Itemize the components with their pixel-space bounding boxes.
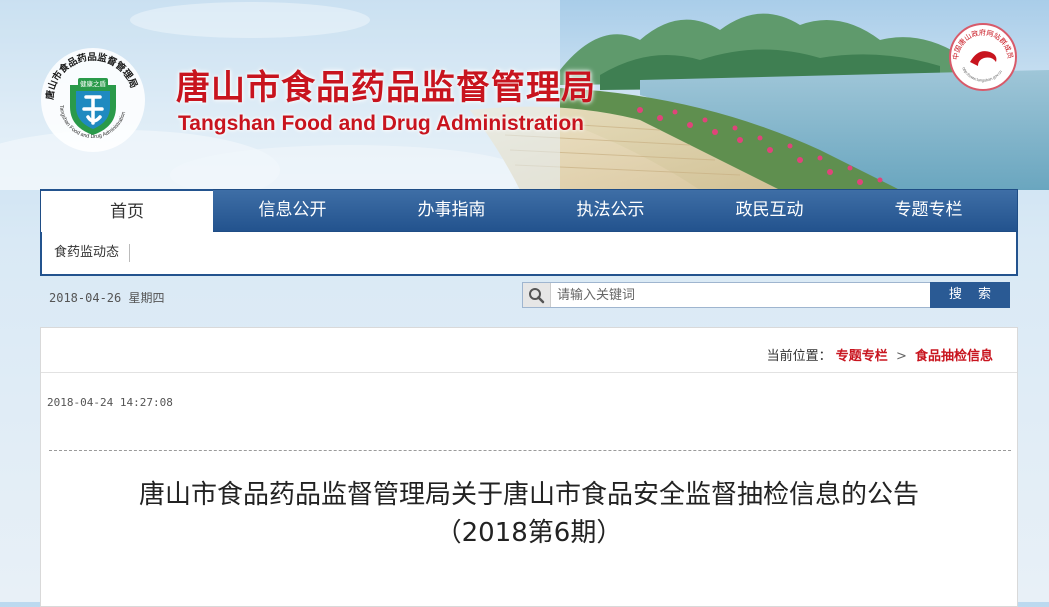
dashed-divider	[49, 450, 1011, 451]
date-value: 2018-04-26	[49, 291, 122, 305]
sub-nav: 食药监动态	[40, 232, 1018, 276]
article-title-line2: （2018第6期）	[435, 518, 623, 548]
search-input[interactable]	[557, 285, 917, 305]
gov-site-group-seal[interactable]: 中国唐山政府网站群成员 http://www.tangshan.gov.cn	[948, 22, 1018, 92]
search-icon	[523, 283, 551, 307]
logo-badge-text: 健康之盾	[80, 79, 107, 88]
site-title[interactable]: 唐山市食品药品监督管理局	[176, 60, 596, 109]
search-button[interactable]: 搜 索	[930, 282, 1010, 308]
nav-home[interactable]: 首页	[41, 189, 213, 232]
breadcrumb-link-inspection-info[interactable]: 食品抽检信息	[915, 349, 993, 364]
breadcrumb: 当前位置： 专题专栏 > 食品抽检信息	[767, 345, 993, 364]
article-panel: 当前位置： 专题专栏 > 食品抽检信息 2018-04-24 14:27:08 …	[40, 327, 1018, 607]
subnav-item-news[interactable]: 食药监动态	[54, 244, 131, 262]
header-banner: 唐山市食品药品监督管理局 Tangshan Food and Drug Admi…	[0, 0, 1049, 190]
publish-time: 2018-04-24 14:27:08	[47, 396, 173, 409]
breadcrumb-separator: >	[895, 349, 907, 364]
nav-law-enforcement[interactable]: 执法公示	[531, 190, 690, 231]
divider	[41, 372, 1017, 373]
weekday: 星期四	[128, 291, 165, 305]
nav-service-guide[interactable]: 办事指南	[372, 190, 531, 231]
administration-logo: 唐山市食品药品监督管理局 Tangshan Food and Drug Admi…	[41, 48, 145, 152]
breadcrumb-prefix: 当前位置：	[766, 349, 832, 364]
toolbar: 2018-04-26 星期四 搜 索	[40, 276, 1018, 316]
search-box	[522, 282, 931, 308]
site-title-en: Tangshan Food and Drug Administration	[178, 112, 584, 135]
nav-info-disclosure[interactable]: 信息公开	[213, 190, 372, 231]
article-title: 唐山市食品药品监督管理局关于唐山市食品安全监督抽检信息的公告 （2018第6期）	[41, 476, 1017, 552]
breadcrumb-link-special-topics[interactable]: 专题专栏	[836, 349, 888, 364]
main-nav: 首页 信息公开 办事指南 执法公示 政民互动 专题专栏	[40, 189, 1018, 232]
current-date: 2018-04-26 星期四	[49, 289, 165, 306]
nav-special-topics[interactable]: 专题专栏	[849, 190, 1008, 231]
nav-public-interaction[interactable]: 政民互动	[690, 190, 849, 231]
article-title-line1: 唐山市食品药品监督管理局关于唐山市食品安全监督抽检信息的公告	[138, 480, 919, 510]
